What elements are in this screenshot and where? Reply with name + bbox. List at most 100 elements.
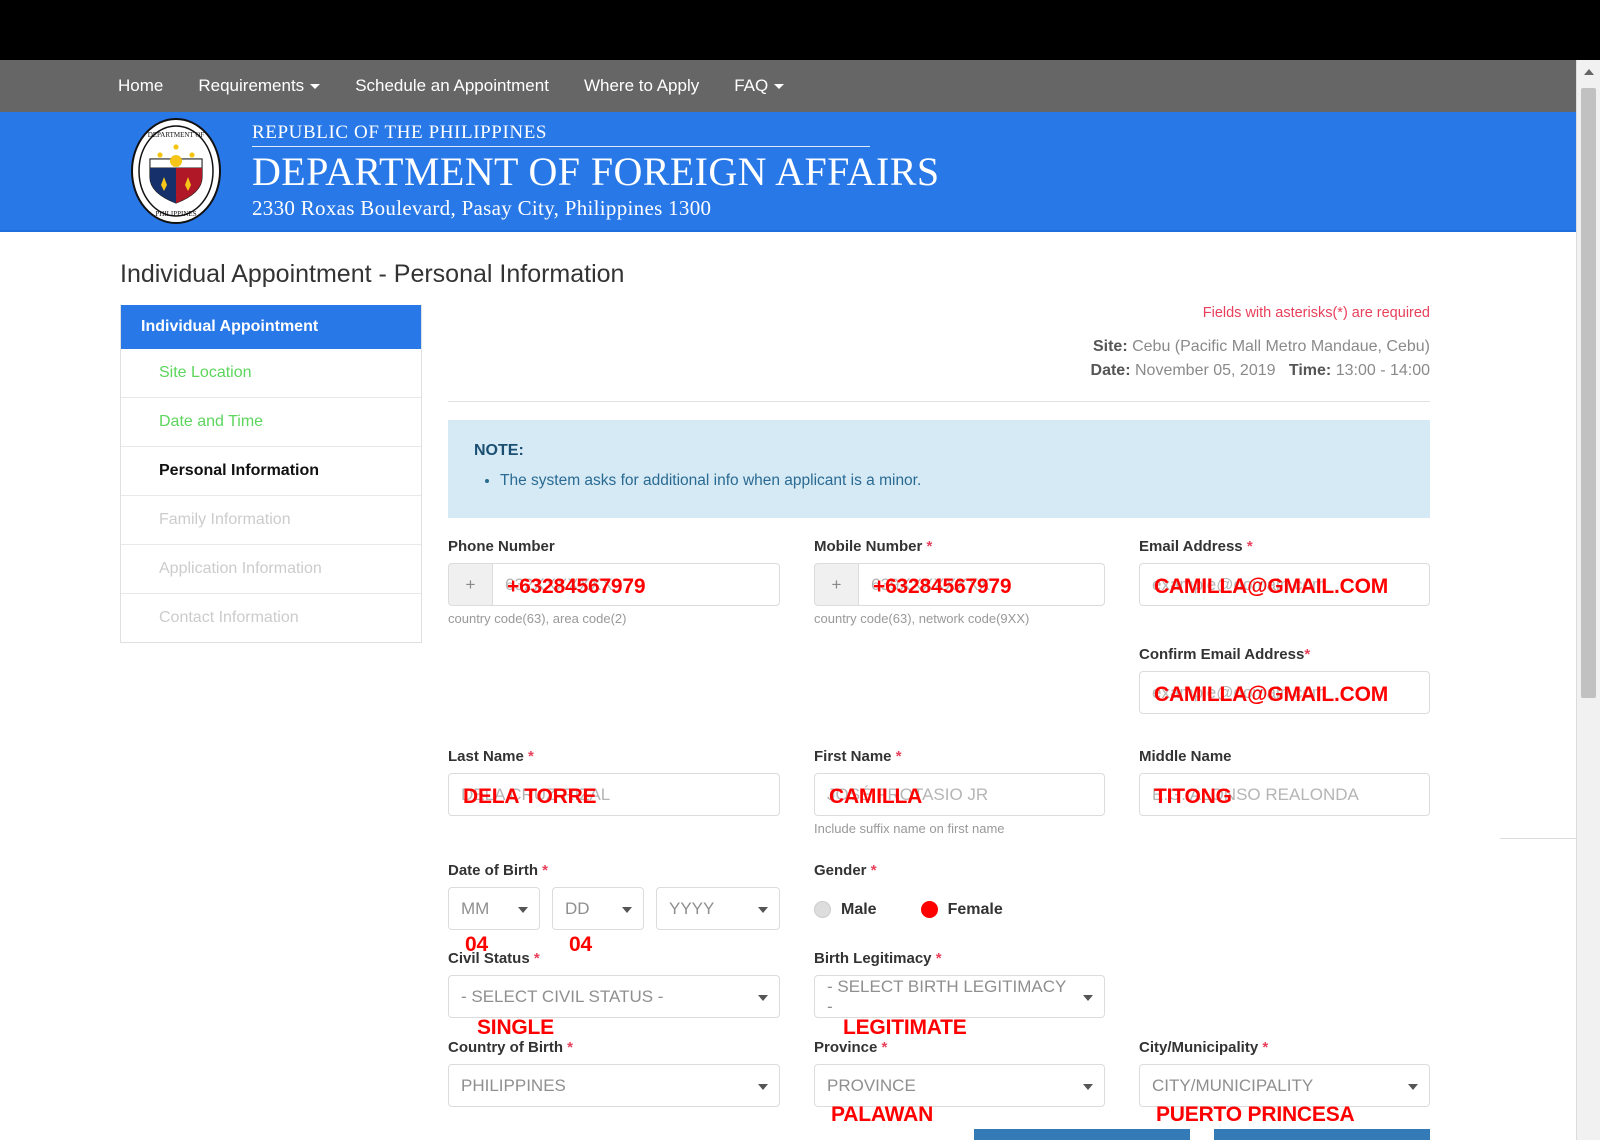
city-municipality-annotation: PUERTO PRINCESA <box>1156 1103 1355 1126</box>
label-text: Middle Name <box>1139 748 1232 765</box>
note-title: NOTE: <box>474 442 524 459</box>
middle-name-label: Middle Name <box>1139 748 1430 765</box>
appointment-step-sidebar: Individual Appointment Site Location Dat… <box>120 305 422 643</box>
phone-input-group: + 632XXXXXXX +63284567979 <box>448 563 780 606</box>
dob-day-value: DD <box>565 898 590 918</box>
country-of-birth-label: Country of Birth * <box>448 1039 780 1056</box>
nav-item-faq[interactable]: FAQ <box>734 76 785 96</box>
sidebar-item-site-location[interactable]: Site Location <box>121 349 421 398</box>
meta-site-value: Cebu (Pacific Mall Metro Mandaue, Cebu) <box>1132 338 1430 355</box>
gender-label: Gender * <box>814 862 1105 879</box>
first-name-placeholder: JOSÉ PROTASIO JR <box>827 784 989 804</box>
phone-number-input[interactable]: 632XXXXXXX +63284567979 <box>492 563 780 606</box>
province-value: PROVINCE <box>827 1075 916 1095</box>
nav-item-schedule-an-appointment[interactable]: Schedule an Appointment <box>355 76 549 96</box>
city-municipality-value: CITY/MUNICIPALITY <box>1152 1075 1314 1095</box>
meta-time-value: 13:00 - 14:00 <box>1335 362 1430 379</box>
label-text: Birth Legitimacy <box>814 950 932 967</box>
gender-female-radio[interactable] <box>920 901 938 918</box>
mobile-number-input[interactable]: 639XXXXXXXX +63284567979 <box>858 563 1105 606</box>
dob-day-select[interactable]: DD 04 <box>552 887 644 956</box>
page-title: Individual Appointment - Personal Inform… <box>120 260 625 288</box>
civil-status-annotation: SINGLE <box>477 1016 554 1039</box>
chevron-down-icon <box>1408 1083 1418 1090</box>
chevron-down-icon <box>758 994 768 1001</box>
scroll-up-arrow-icon[interactable] <box>1577 60 1600 84</box>
chevron-down-icon <box>1083 994 1093 1001</box>
country-of-birth-select[interactable]: PHILIPPINES <box>448 1064 780 1107</box>
meta-date-label: Date: <box>1090 362 1131 379</box>
country-of-birth-value: PHILIPPINES <box>461 1075 566 1095</box>
gender-male-label: Male <box>841 900 877 918</box>
last-name-placeholder: DELA CRUZ-RIZAL <box>461 784 611 804</box>
middle-name-placeholder: E.G. ALONSO REALONDA <box>1152 784 1359 804</box>
required-asterisk: * <box>870 862 877 879</box>
gender-male-radio[interactable] <box>814 901 831 918</box>
email-address-label: Email Address * <box>1139 538 1430 555</box>
meta-date-value: November 05, 2019 <box>1134 362 1276 379</box>
sidebar-heading: Individual Appointment <box>121 305 421 349</box>
label-text: Gender <box>814 862 867 879</box>
appointment-meta: Site: Cebu (Pacific Mall Metro Mandaue, … <box>448 335 1430 383</box>
page-viewport: Home Requirements Schedule an Appointmen… <box>0 60 1576 1140</box>
sidebar-item-personal-information[interactable]: Personal Information <box>121 447 421 496</box>
label-text: Country of Birth <box>448 1039 563 1056</box>
date-of-birth-field: Date of Birth * MM 04 DD 04 YYYY <box>448 862 780 956</box>
required-asterisk: * <box>895 748 902 765</box>
middle-name-field: Middle Name E.G. ALONSO REALONDA TITONG <box>1139 748 1430 836</box>
birth-legitimacy-annotation: LEGITIMATE <box>843 1016 967 1039</box>
dob-year-value: YYYY <box>669 898 715 918</box>
chevron-down-icon <box>758 906 768 913</box>
divider <box>448 401 1430 402</box>
dob-month-select[interactable]: MM 04 <box>448 887 540 956</box>
chevron-down-icon <box>774 83 785 89</box>
civil-status-select[interactable]: - SELECT CIVIL STATUS - SINGLE <box>448 975 780 1039</box>
email-address-input[interactable]: example@domain.com CAMILLA@GMAIL.COM <box>1139 563 1430 606</box>
sidebar-item-date-and-time[interactable]: Date and Time <box>121 398 421 447</box>
first-name-input[interactable]: JOSÉ PROTASIO JR CAMILLA <box>814 773 1105 816</box>
nav-label: Requirements <box>198 76 305 95</box>
label-text: Confirm Email Address <box>1139 646 1305 663</box>
label-text: Province <box>814 1039 878 1056</box>
birth-legitimacy-select[interactable]: - SELECT BIRTH LEGITIMACY - LEGITIMATE <box>814 975 1105 1039</box>
country-of-birth-field: Country of Birth * PHILIPPINES <box>448 1039 780 1107</box>
chevron-down-icon <box>758 1083 768 1090</box>
date-of-birth-label: Date of Birth * <box>448 862 780 879</box>
chevron-down-icon <box>622 906 632 913</box>
last-name-input[interactable]: DELA CRUZ-RIZAL DELA TORRE <box>448 773 780 816</box>
personal-information-form: Fields with asterisks(*) are required Si… <box>422 305 1576 1140</box>
mobile-number-field: Mobile Number * + 639XXXXXXXX +632845679… <box>814 538 1105 626</box>
label-text: City/Municipality <box>1139 1039 1259 1056</box>
nav-item-requirements[interactable]: Requirements <box>198 76 321 96</box>
phone-number-field: Phone Number + 632XXXXXXX +63284567979 c… <box>448 538 780 626</box>
nav-item-home[interactable]: Home <box>118 76 163 96</box>
mobile-hint: country code(63), network code(9XX) <box>814 611 1030 626</box>
chevron-down-icon <box>518 906 528 913</box>
phone-hint: country code(63), area code(2) <box>448 611 627 626</box>
chevron-down-icon <box>1083 1083 1093 1090</box>
next-button[interactable]: NEXT <box>1214 1129 1430 1140</box>
civil-status-value: - SELECT CIVIL STATUS - <box>461 986 664 1006</box>
dob-year-select[interactable]: YYYY <box>656 887 780 930</box>
header-text-block: REPUBLIC OF THE PHILIPPINES DEPARTMENT O… <box>252 122 940 221</box>
sidebar-item-contact-information: Contact Information <box>159 609 299 626</box>
scrollbar-thumb[interactable] <box>1581 88 1596 698</box>
label-text: First Name <box>814 748 892 765</box>
form-actions: BACK NEXT <box>448 1129 1430 1140</box>
confirm-email-input[interactable]: example@domain.com CAMILLA@GMAIL.COM <box>1139 671 1430 714</box>
province-select[interactable]: PROVINCE PALAWAN <box>814 1064 1105 1126</box>
required-asterisk: * <box>881 1039 888 1056</box>
city-municipality-field: City/Municipality * CITY/MUNICIPALITY PU… <box>1139 1039 1430 1126</box>
gender-field: Gender * Male Female <box>814 862 1105 930</box>
middle-name-input[interactable]: E.G. ALONSO REALONDA TITONG <box>1139 773 1430 816</box>
back-button[interactable]: BACK <box>974 1129 1190 1140</box>
mobile-prefix: + <box>814 563 858 606</box>
nav-item-where-to-apply[interactable]: Where to Apply <box>584 76 699 96</box>
nav-label: Schedule an Appointment <box>355 76 549 95</box>
page-scrollbar[interactable] <box>1576 60 1600 1140</box>
note-box: NOTE: The system asks for additional inf… <box>448 420 1430 518</box>
meta-site-label: Site: <box>1092 338 1128 355</box>
city-municipality-select[interactable]: CITY/MUNICIPALITY PUERTO PRINCESA <box>1139 1064 1430 1126</box>
required-asterisk: * <box>926 538 933 555</box>
civil-status-field: Civil Status * - SELECT CIVIL STATUS - S… <box>448 950 780 1039</box>
